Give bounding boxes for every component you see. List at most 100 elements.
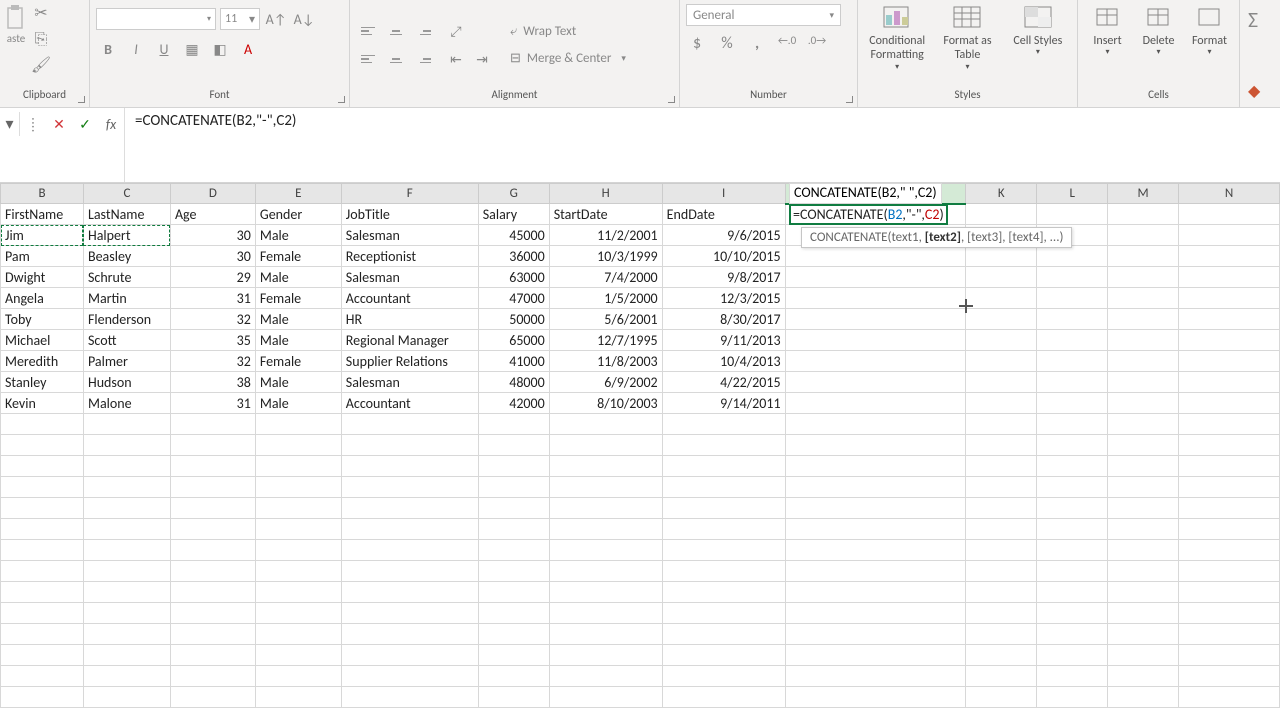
cell-empty[interactable] — [1, 561, 84, 582]
cell-empty[interactable] — [1, 456, 84, 477]
cell-empty[interactable] — [662, 498, 785, 519]
cell-N3[interactable] — [1179, 246, 1280, 267]
cell-empty[interactable] — [83, 498, 170, 519]
orientation-button[interactable]: ⤢ — [444, 20, 468, 42]
cell-M7[interactable] — [1108, 330, 1179, 351]
cell-empty[interactable] — [170, 414, 255, 435]
clipboard-dialog-launcher[interactable] — [75, 93, 87, 105]
cell-empty[interactable] — [255, 477, 341, 498]
cell-M1[interactable] — [1108, 204, 1179, 225]
cell-empty[interactable] — [1037, 477, 1108, 498]
cell-empty[interactable] — [255, 624, 341, 645]
align-right-button[interactable] — [412, 47, 436, 71]
cell-G8[interactable]: 41000 — [478, 351, 549, 372]
cell-empty[interactable] — [1108, 456, 1179, 477]
cell-C9[interactable]: Hudson — [83, 372, 170, 393]
cell-N7[interactable] — [1179, 330, 1280, 351]
cell-empty[interactable] — [1108, 498, 1179, 519]
cell-I3[interactable]: 10/10/2015 — [662, 246, 785, 267]
column-header-C[interactable]: C — [83, 184, 170, 204]
cell-empty[interactable] — [966, 603, 1037, 624]
cell-empty[interactable] — [83, 477, 170, 498]
cell-I9[interactable]: 4/22/2015 — [662, 372, 785, 393]
cell-M5[interactable] — [1108, 288, 1179, 309]
cell-empty[interactable] — [341, 687, 478, 708]
cell-empty[interactable] — [785, 666, 966, 687]
fill-icon[interactable]: ◆ — [1246, 79, 1274, 103]
cell-D9[interactable]: 38 — [170, 372, 255, 393]
cell-G10[interactable]: 42000 — [478, 393, 549, 414]
cell-B1[interactable]: FirstName — [1, 204, 84, 225]
cell-N5[interactable] — [1179, 288, 1280, 309]
cell-empty[interactable] — [478, 477, 549, 498]
cell-empty[interactable] — [966, 687, 1037, 708]
column-header-E[interactable]: E — [255, 184, 341, 204]
cell-D10[interactable]: 31 — [170, 393, 255, 414]
cell-K9[interactable] — [966, 372, 1037, 393]
cell-empty[interactable] — [170, 687, 255, 708]
cell-empty[interactable] — [1108, 666, 1179, 687]
format-painter-icon[interactable]: 🖌 — [32, 56, 50, 74]
cell-J4[interactable] — [785, 267, 966, 288]
cell-F2[interactable]: Salesman — [341, 225, 478, 246]
cell-empty[interactable] — [1037, 519, 1108, 540]
cell-empty[interactable] — [341, 477, 478, 498]
cell-empty[interactable] — [549, 624, 662, 645]
cell-empty[interactable] — [785, 540, 966, 561]
align-center-button[interactable] — [384, 47, 408, 71]
cell-empty[interactable] — [341, 603, 478, 624]
cell-empty[interactable] — [1, 414, 84, 435]
cell-G4[interactable]: 63000 — [478, 267, 549, 288]
cell-empty[interactable] — [549, 540, 662, 561]
cell-empty[interactable] — [1037, 603, 1108, 624]
cell-empty[interactable] — [966, 645, 1037, 666]
column-header-M[interactable]: M — [1108, 184, 1179, 204]
conditional-formatting-button[interactable]: Conditional Formatting ▾ — [864, 4, 930, 72]
cell-D5[interactable]: 31 — [170, 288, 255, 309]
column-header-B[interactable]: B — [1, 184, 84, 204]
cell-K8[interactable] — [966, 351, 1037, 372]
cell-empty[interactable] — [966, 561, 1037, 582]
cell-H7[interactable]: 12/7/1995 — [549, 330, 662, 351]
cell-empty[interactable] — [1179, 603, 1280, 624]
cell-empty[interactable] — [170, 435, 255, 456]
cell-C7[interactable]: Scott — [83, 330, 170, 351]
cell-I1[interactable]: EndDate — [662, 204, 785, 225]
cell-empty[interactable] — [341, 582, 478, 603]
cell-empty[interactable] — [255, 582, 341, 603]
cell-empty[interactable] — [549, 498, 662, 519]
underline-button[interactable]: U — [152, 38, 176, 60]
cell-empty[interactable] — [170, 603, 255, 624]
cell-empty[interactable] — [1037, 687, 1108, 708]
cell-D7[interactable]: 35 — [170, 330, 255, 351]
cell-empty[interactable] — [170, 540, 255, 561]
number-format-select[interactable]: General▾ — [686, 4, 841, 26]
cell-empty[interactable] — [549, 603, 662, 624]
increase-decimal-button[interactable]: ←.0 — [776, 34, 798, 53]
cell-N1[interactable] — [1179, 204, 1280, 225]
cell-empty[interactable] — [341, 414, 478, 435]
cell-empty[interactable] — [1037, 561, 1108, 582]
cell-M10[interactable] — [1108, 393, 1179, 414]
cell-empty[interactable] — [478, 435, 549, 456]
cell-empty[interactable] — [1179, 687, 1280, 708]
column-header-D[interactable]: D — [170, 184, 255, 204]
cell-F3[interactable]: Receptionist — [341, 246, 478, 267]
cell-M9[interactable] — [1108, 372, 1179, 393]
cell-L8[interactable] — [1037, 351, 1108, 372]
cell-empty[interactable] — [1, 666, 84, 687]
cell-empty[interactable] — [478, 645, 549, 666]
cell-empty[interactable] — [1108, 540, 1179, 561]
cell-D3[interactable]: 30 — [170, 246, 255, 267]
cell-empty[interactable] — [662, 687, 785, 708]
cell-L6[interactable] — [1037, 309, 1108, 330]
cell-empty[interactable] — [549, 687, 662, 708]
cell-empty[interactable] — [549, 519, 662, 540]
cell-empty[interactable] — [170, 477, 255, 498]
cell-empty[interactable] — [549, 582, 662, 603]
cell-H6[interactable]: 5/6/2001 — [549, 309, 662, 330]
cell-C4[interactable]: Schrute — [83, 267, 170, 288]
cell-I7[interactable]: 9/11/2013 — [662, 330, 785, 351]
cell-empty[interactable] — [1108, 603, 1179, 624]
align-top-button[interactable] — [356, 19, 380, 43]
